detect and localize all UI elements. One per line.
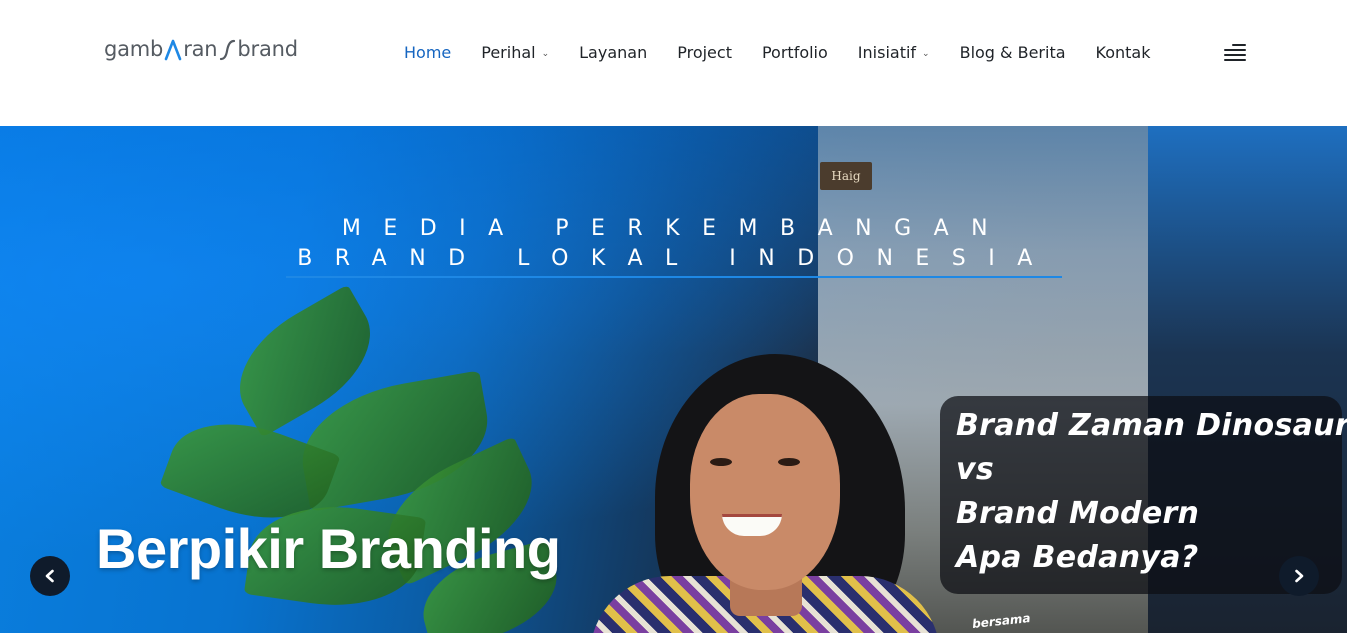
hero-tagline: MEDIA PERKEMBANGAN BRAND LOKAL INDONESIA — [286, 214, 1066, 274]
nav-item-label: Home — [404, 43, 452, 62]
hero-slider: Haig MEDIA PERKEMBANGAN BRAND LOKAL INDO… — [0, 126, 1347, 633]
nav-item-kontak[interactable]: Kontak — [1096, 43, 1151, 62]
site-logo[interactable]: gamb ran brand — [104, 37, 298, 61]
nav-item-label: Perihal — [481, 43, 536, 62]
slider-prev-button[interactable] — [30, 556, 70, 596]
logo-text-part-3: brand — [237, 37, 298, 61]
nav-item-home[interactable]: Home — [404, 43, 451, 62]
tagline-divider — [286, 276, 1062, 278]
nav-item-portfolio[interactable]: Portfolio — [762, 43, 828, 62]
hero-title: Berpikir Branding — [96, 517, 561, 580]
chevron-right-icon — [1295, 569, 1304, 583]
slider-next-button[interactable] — [1279, 556, 1319, 596]
nav-item-blog-berita[interactable]: Blog & Berita — [960, 43, 1066, 62]
chevron-down-icon: ⌄ — [922, 48, 930, 59]
hamburger-menu-icon[interactable] — [1222, 44, 1246, 62]
main-nav: Home Perihal ⌄ Layanan Project Portfolio… — [404, 43, 1181, 62]
hero-tagline-line-2: BRAND LOKAL INDONESIA — [297, 246, 1055, 271]
nav-item-label: Inisiatif — [857, 43, 917, 62]
nav-item-inisiatif[interactable]: Inisiatif ⌄ — [858, 43, 930, 62]
site-header: gamb ran brand Home Perihal ⌄ Layanan Pr… — [0, 0, 1347, 126]
logo-text-part-2: ran — [183, 37, 218, 61]
episode-callout-text: Brand Zaman Dinosaurus vs Brand Modern A… — [956, 408, 1347, 575]
poster-label: Haig — [820, 162, 872, 190]
nav-item-label: Kontak — [1095, 43, 1151, 62]
nav-item-label: Blog & Berita — [959, 43, 1066, 62]
nav-item-project[interactable]: Project — [677, 43, 732, 62]
logo-slash-mark-icon — [220, 39, 236, 61]
nav-item-layanan[interactable]: Layanan — [579, 43, 647, 62]
nav-item-label: Layanan — [579, 43, 648, 62]
nav-item-perihal[interactable]: Perihal ⌄ — [481, 43, 549, 62]
chevron-down-icon: ⌄ — [541, 48, 550, 59]
chevron-left-icon — [45, 569, 54, 583]
nav-item-label: Project — [677, 43, 732, 62]
logo-text-part-1: gamb — [104, 37, 164, 61]
nav-item-label: Portfolio — [761, 43, 828, 62]
hero-tagline-line-1: MEDIA PERKEMBANGAN — [341, 216, 1011, 241]
logo-a-mark-icon — [164, 39, 182, 61]
